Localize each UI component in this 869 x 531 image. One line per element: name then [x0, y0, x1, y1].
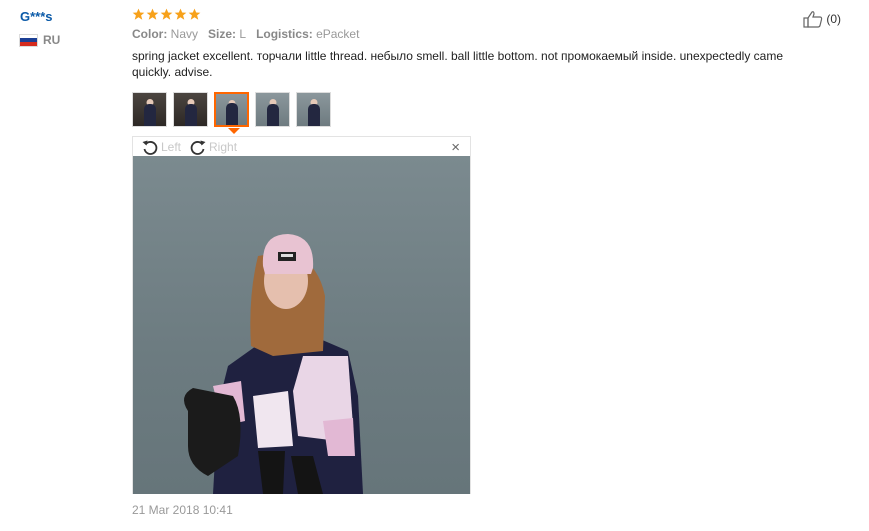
review-photo [133, 156, 470, 494]
russia-flag-icon [20, 34, 37, 46]
thumbnail-strip [132, 92, 331, 127]
star-icon [188, 8, 201, 21]
helpful-button[interactable]: (0) [803, 10, 841, 28]
star-rating [132, 8, 832, 21]
review-body: Color: Navy Size: L Logistics: ePacket s… [132, 8, 832, 80]
attribute-logistics: Logistics: ePacket [256, 27, 360, 41]
rotate-left-button[interactable]: Left [141, 138, 181, 156]
star-icon [160, 8, 173, 21]
reviewer-name[interactable]: G***s [20, 9, 53, 24]
photo-thumbnail[interactable] [296, 92, 331, 127]
reviewer-country: RU [20, 33, 60, 47]
rotate-right-icon [190, 140, 206, 155]
rotate-right-button[interactable]: Right [189, 138, 237, 156]
country-code: RU [43, 33, 61, 47]
photo-thumbnail[interactable] [255, 92, 290, 127]
close-viewer-button[interactable]: × [451, 139, 460, 156]
star-icon [146, 8, 159, 21]
attribute-list: Color: Navy Size: L Logistics: ePacket [132, 27, 832, 41]
attribute-color: Color: Navy [132, 27, 199, 41]
rotate-left-icon [142, 140, 158, 155]
feedback-text: spring jacket excellent. торчали little … [132, 49, 783, 79]
photo-thumbnail-active[interactable] [214, 92, 249, 127]
star-icon [174, 8, 187, 21]
photo-thumbnail[interactable] [173, 92, 208, 127]
review-photo-image [184, 234, 363, 494]
thumbs-up-icon [803, 11, 823, 28]
viewer-toolbar: Left Right × [133, 137, 470, 156]
review-date: 21 Mar 2018 10:41 [132, 503, 233, 517]
photo-viewer: Left Right × [132, 136, 471, 494]
star-icon [132, 8, 145, 21]
attribute-size: Size: L [208, 27, 247, 41]
active-thumbnail-pointer [228, 128, 240, 134]
photo-thumbnail[interactable] [132, 92, 167, 127]
helpful-count: (0) [826, 12, 841, 26]
